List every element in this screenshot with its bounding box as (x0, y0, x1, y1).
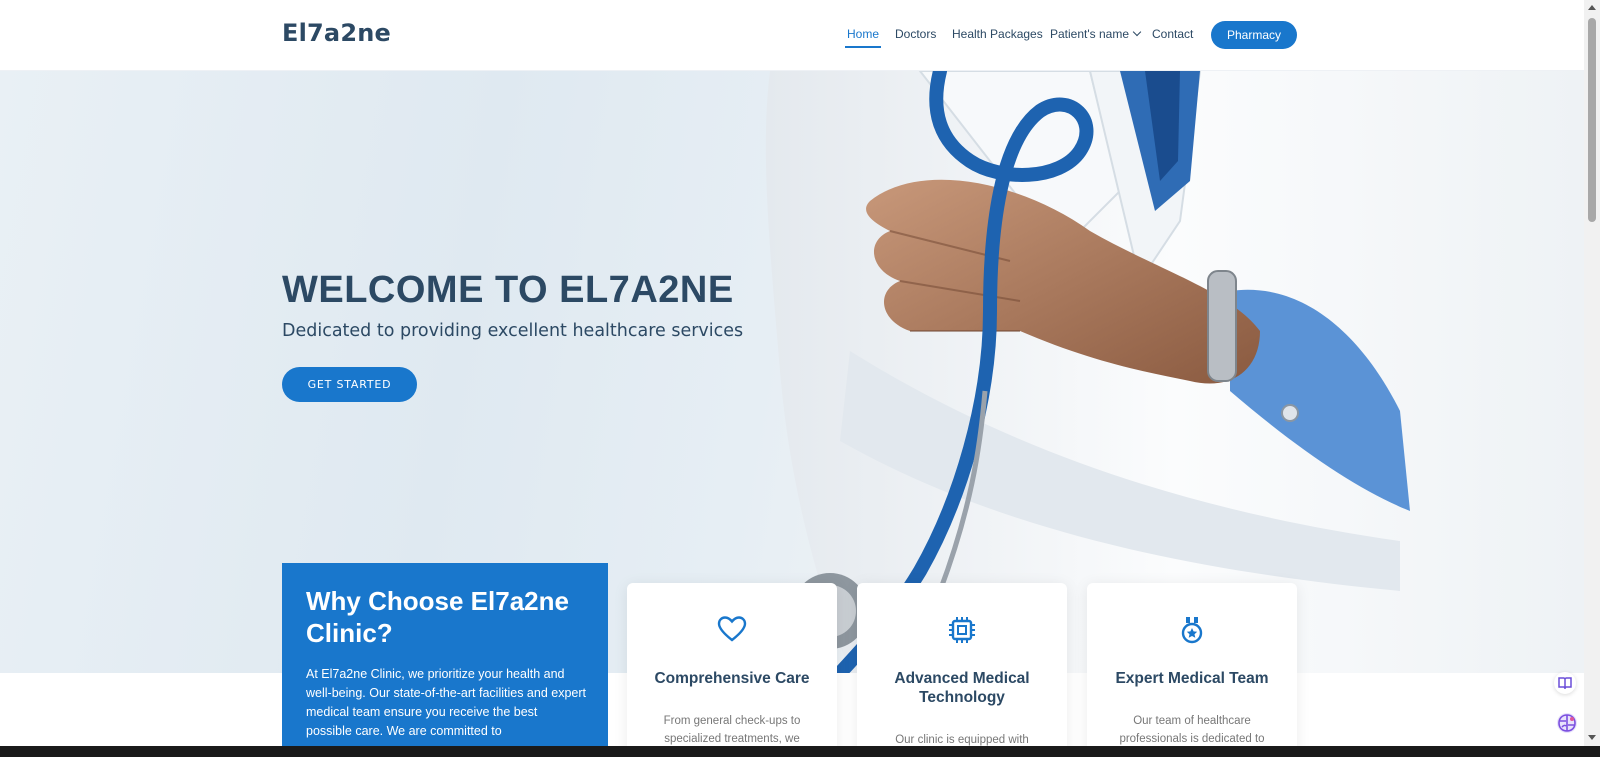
why-choose-title: Why Choose El7a2ne Clinic? (306, 586, 569, 648)
book-icon[interactable] (1554, 672, 1576, 694)
nav-home[interactable]: Home (844, 27, 882, 48)
why-choose-box: Why Choose El7a2ne Clinic? At El7a2ne Cl… (282, 563, 608, 746)
why-choose-text: At El7a2ne Clinic, we prioritize your he… (306, 667, 586, 738)
scrollbar-thumb[interactable] (1588, 18, 1596, 222)
brain-icon[interactable] (1555, 711, 1579, 735)
site-header: El7a2ne Home Doctors Health Packages Pat… (0, 0, 1584, 71)
page-scrollbar[interactable] (1584, 0, 1600, 746)
card-text: Our team of healthcare professionals is … (1119, 715, 1265, 745)
chevron-down-icon (1132, 27, 1142, 37)
heart-icon (717, 616, 747, 642)
card-text: From general check-ups to specialized tr… (663, 715, 801, 745)
hero-subtitle: Dedicated to providing excellent healthc… (282, 321, 744, 341)
card-title: Expert Medical Team (1115, 670, 1269, 687)
site-logo[interactable]: El7a2ne (282, 19, 391, 47)
card-title: Comprehensive Care (654, 670, 810, 687)
feature-card-advanced-technology: Advanced Medical Technology Our clinic i… (857, 583, 1067, 746)
hero-title: WELCOME TO EL7A2NE (282, 269, 734, 311)
nav-health-packages[interactable]: Health Packages (952, 27, 1043, 41)
nav-patient-name-label: Patient's name (1050, 27, 1130, 41)
nav-contact[interactable]: Contact (1152, 27, 1193, 41)
card-text: Our clinic is equipped with the (895, 734, 1029, 746)
card-title: Advanced Medical Technology (894, 670, 1030, 706)
nav-doctors[interactable]: Doctors (895, 27, 936, 41)
feature-card-comprehensive-care: Comprehensive Care From general check-up… (627, 583, 837, 746)
chip-icon (949, 617, 975, 643)
scroll-down-arrow-icon[interactable] (1588, 735, 1596, 740)
feature-card-expert-team: Expert Medical Team Our team of healthca… (1087, 583, 1297, 746)
nav-patient-name[interactable]: Patient's name (1050, 27, 1142, 41)
award-icon (1181, 617, 1203, 644)
pharmacy-button[interactable]: Pharmacy (1211, 21, 1297, 49)
get-started-button[interactable]: GET STARTED (282, 367, 417, 402)
scroll-up-arrow-icon[interactable] (1588, 5, 1596, 10)
page-viewport: El7a2ne Home Doctors Health Packages Pat… (0, 0, 1584, 746)
